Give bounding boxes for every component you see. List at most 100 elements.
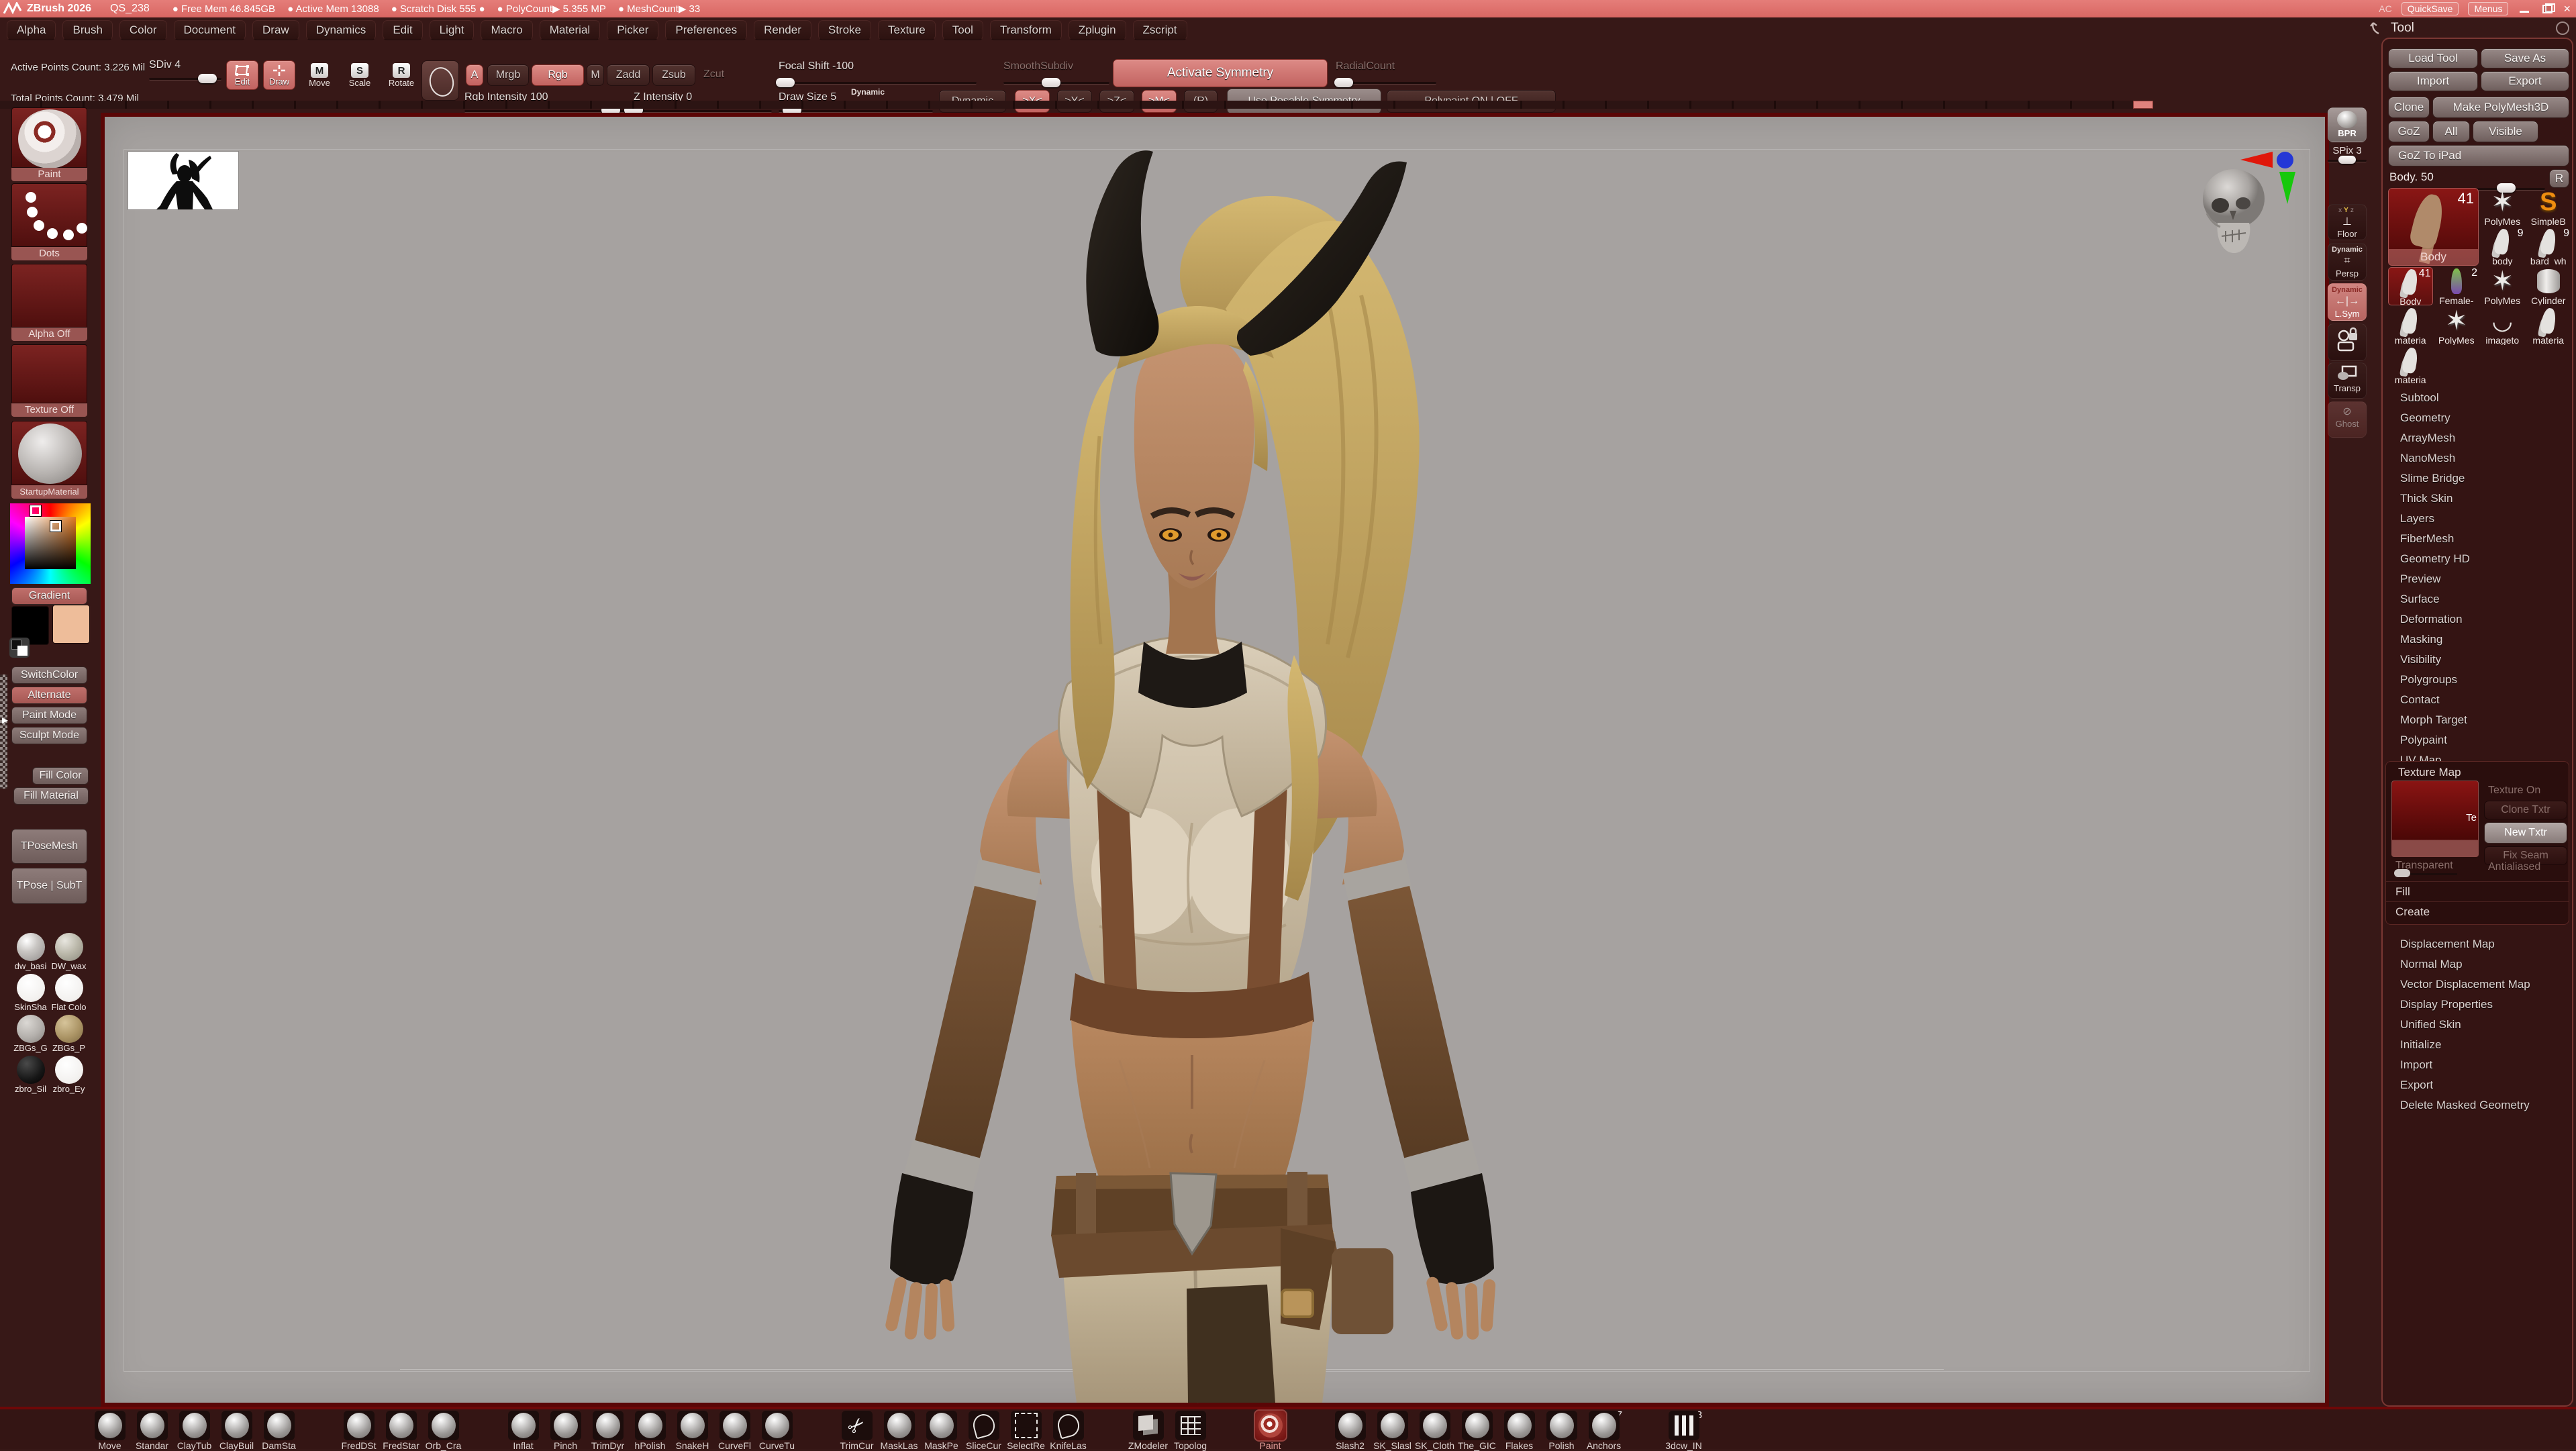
fill-material-button[interactable]: Fill Material (13, 787, 89, 805)
material-preset[interactable]: SkinSha (11, 974, 50, 1012)
brush-item[interactable]: DamSta (258, 1411, 300, 1451)
brush-item[interactable]: TrimDyr (587, 1411, 629, 1451)
create-row[interactable]: Create (2386, 901, 2569, 924)
gyro-axis-x-icon[interactable] (2240, 152, 2273, 168)
gradient-button[interactable]: Gradient (11, 587, 87, 605)
tool-section-item[interactable]: Deformation (2383, 609, 2572, 630)
goz-visible-button[interactable]: Visible (2473, 121, 2538, 142)
tpose-mesh-button[interactable]: TPoseMesh (11, 829, 87, 864)
material-preset[interactable]: zbro_Sil (11, 1056, 50, 1094)
brush-item[interactable]: Slash2 (1329, 1411, 1371, 1451)
paint-mode-button[interactable]: Paint Mode (11, 707, 87, 724)
menu-item[interactable]: Preferences (665, 20, 747, 40)
brush-item[interactable]: The_GIC (1456, 1411, 1498, 1451)
undo-history-marker[interactable] (2133, 101, 2153, 109)
fill-row[interactable]: Fill (2386, 881, 2569, 901)
clone-txtr-button[interactable]: Clone Txtr (2484, 801, 2567, 819)
brush-item[interactable]: CurveFl (713, 1411, 756, 1451)
tool-thumbnail[interactable]: materia (2388, 307, 2433, 345)
tool-thumbnail[interactable]: 9 body (2480, 228, 2525, 266)
tool-thumbnail[interactable]: imageto (2480, 307, 2525, 345)
texture-on-button[interactable]: Texture On (2488, 785, 2540, 797)
material-preset[interactable]: dw_basi (11, 933, 50, 971)
menu-item[interactable]: Material (540, 20, 600, 40)
menu-item[interactable]: Draw (252, 20, 299, 40)
r-button[interactable]: R (2549, 169, 2569, 188)
brush-item[interactable]: Paint (1249, 1411, 1291, 1451)
swap-colors-icon[interactable] (9, 638, 30, 658)
tool-thumbnail[interactable]: SimpleB (2526, 188, 2571, 226)
tool-section-item[interactable]: Unified Skin (2383, 1015, 2572, 1035)
import-button[interactable]: Import (2388, 71, 2478, 91)
menu-item[interactable]: Transform (990, 20, 1062, 40)
menu-item[interactable]: Zscript (1133, 20, 1187, 40)
save-as-button[interactable]: Save As (2481, 48, 2569, 68)
tool-section-item[interactable]: Surface (2383, 589, 2572, 609)
tool-section-item[interactable]: NanoMesh (2383, 448, 2572, 468)
menu-item[interactable]: Brush (62, 20, 112, 40)
focal-shift-handle[interactable] (776, 78, 795, 87)
brush-item[interactable]: SelectRe (1005, 1411, 1047, 1451)
brush-item[interactable]: TrimCur (836, 1411, 878, 1451)
tool-section-item[interactable]: Delete Masked Geometry (2383, 1095, 2572, 1115)
brush-item[interactable]: Pinch (544, 1411, 587, 1451)
brush-item[interactable]: ClayBuil (215, 1411, 258, 1451)
sv-selector[interactable] (50, 521, 61, 532)
tool-thumbnail[interactable]: PolyMes (2434, 307, 2479, 345)
active-tool-thumbnail[interactable]: 41 Body (2388, 188, 2479, 266)
tool-section-item[interactable]: Layers (2383, 509, 2572, 529)
antialiased-button[interactable]: Antialiased (2488, 861, 2540, 873)
ghost-button[interactable]: ⊘ Ghost (2328, 401, 2367, 438)
menu-item[interactable]: Render (754, 20, 811, 40)
brush-item[interactable]: Orb_Cra (422, 1411, 464, 1451)
brush-item[interactable]: hPolish (629, 1411, 671, 1451)
tool-section-item[interactable]: Export (2383, 1075, 2572, 1095)
texture-thumbnail[interactable]: Te (2391, 781, 2479, 857)
tool-section-item[interactable]: Preview (2383, 569, 2572, 589)
gyro-axis-y-icon[interactable] (2279, 172, 2295, 204)
brush-item[interactable]: SK_Slasl (1371, 1411, 1414, 1451)
goz-to-ipad-button[interactable]: GoZ To iPad (2388, 145, 2569, 166)
scale-button[interactable]: S Scale (346, 63, 374, 88)
tool-section-item[interactable]: Display Properties (2383, 995, 2572, 1015)
brush-item[interactable]: SnakeH (671, 1411, 713, 1451)
fill-color-button[interactable]: Fill Color (32, 767, 89, 785)
brush-item[interactable]: 8 3dcw_IN (1663, 1411, 1705, 1451)
material-preset[interactable]: ZBGs_P (50, 1015, 88, 1053)
menu-item[interactable]: Macro (481, 20, 532, 40)
brush-item[interactable]: Flakes (1498, 1411, 1540, 1451)
m-button[interactable]: M (587, 64, 604, 86)
mrgb-button[interactable]: Mrgb (487, 64, 529, 86)
transparent-slider-handle[interactable] (2394, 869, 2410, 877)
menu-item[interactable]: Zplugin (1069, 20, 1126, 40)
tool-section-item[interactable]: ArrayMesh (2383, 428, 2572, 448)
hue-selector[interactable] (30, 505, 41, 516)
tool-section-item[interactable]: Polypaint (2383, 730, 2572, 750)
stroke-preview-button[interactable] (422, 60, 459, 101)
sdiv-slider-handle[interactable] (198, 74, 217, 83)
tool-section-item[interactable]: Geometry HD (2383, 549, 2572, 569)
tool-section-item[interactable]: Normal Map (2383, 954, 2572, 974)
tool-thumbnail[interactable]: 9 bard_wh (2526, 228, 2571, 266)
gyro-axis-origin-icon[interactable] (2277, 152, 2293, 168)
brush-item[interactable]: MaskPe (920, 1411, 962, 1451)
draw-button[interactable]: Draw (263, 60, 295, 90)
activate-symmetry-button[interactable]: Activate Symmetry (1113, 59, 1328, 87)
panel-menu-circle-icon[interactable] (2556, 21, 2569, 35)
move-button[interactable]: M Move (305, 63, 334, 88)
menu-item[interactable]: Tool (942, 20, 983, 40)
tool-thumbnail[interactable]: PolyMes (2480, 188, 2525, 226)
radial-count-handle[interactable] (1334, 78, 1353, 87)
tool-section-item[interactable]: Visibility (2383, 650, 2572, 670)
brush-item[interactable]: FredDSt (338, 1411, 380, 1451)
tray-divider-handle[interactable] (0, 674, 7, 789)
tool-thumbnail[interactable]: materia (2526, 307, 2571, 345)
export-button[interactable]: Export (2481, 71, 2569, 91)
tool-section-item[interactable]: Initialize (2383, 1035, 2572, 1055)
tool-section-item[interactable]: FiberMesh (2383, 529, 2572, 549)
tool-section-item[interactable]: Displacement Map (2383, 934, 2572, 954)
brush-item[interactable]: Standar (131, 1411, 173, 1451)
tray-expand-arrow-icon[interactable]: ► (0, 715, 10, 726)
minimize-icon[interactable] (2518, 3, 2531, 14)
menu-item[interactable]: Light (430, 20, 475, 40)
